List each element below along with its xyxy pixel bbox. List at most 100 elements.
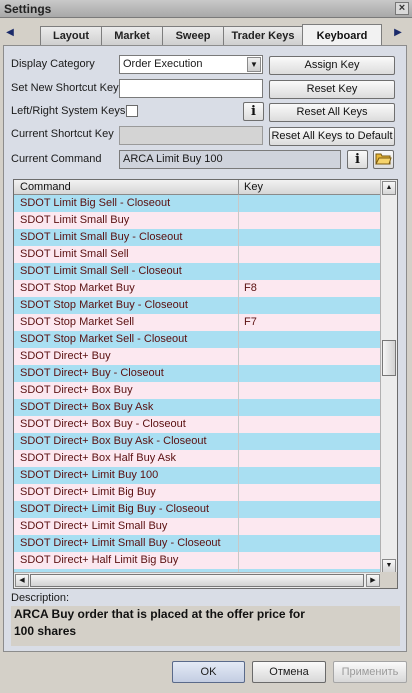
command-cell: SDOT Limit Small Sell [20, 248, 129, 260]
left-right-system-keys-checkbox[interactable] [126, 105, 138, 117]
set-new-shortcut-label: Set New Shortcut Key [11, 82, 119, 94]
column-separator[interactable] [238, 180, 239, 195]
table-row[interactable]: SDOT Stop Market Sell - Closeout [14, 331, 381, 348]
keyboard-panel: Display Category Order Execution ▼ Assig… [3, 45, 407, 652]
apply-button: Применить [333, 661, 407, 683]
command-cell: SDOT Limit Big Sell - Closeout [20, 197, 171, 209]
close-icon[interactable]: × [395, 2, 409, 15]
tab-sweep[interactable]: Sweep [162, 26, 224, 45]
command-cell: SDOT Direct+ Box Half Buy Ask [20, 452, 176, 464]
title-bar: Settings × [0, 0, 412, 18]
reset-all-keys-default-button[interactable]: Reset All Keys to Default [269, 127, 395, 146]
table-row[interactable]: SDOT Direct+ Box Buy - Closeout [14, 416, 381, 433]
vertical-scrollbar[interactable]: ▲ ▼ [380, 180, 397, 574]
new-shortcut-input[interactable] [119, 79, 263, 98]
command-cell: SDOT Direct+ Limit Big Buy [20, 486, 156, 498]
column-header-command[interactable]: Command [20, 181, 71, 193]
cell-separator [238, 365, 239, 382]
tab-trader-keys[interactable]: Trader Keys [223, 26, 303, 45]
table-row[interactable]: SDOT Stop Market Buy - Closeout [14, 297, 381, 314]
table-row[interactable]: SDOT Limit Small Buy [14, 212, 381, 229]
command-cell: SDOT Stop Market Sell - Closeout [20, 333, 188, 345]
table-row[interactable]: SDOT Direct+ Limit Big Buy [14, 484, 381, 501]
tab-market[interactable]: Market [101, 26, 163, 45]
tab-keyboard[interactable]: Keyboard [302, 24, 382, 46]
cell-separator [238, 501, 239, 518]
info-icon[interactable]: i [243, 102, 264, 121]
table-row[interactable]: SDOT Direct+ Buy [14, 348, 381, 365]
cell-separator [238, 229, 239, 246]
table-row[interactable]: SDOT Stop Market Buy F8 [14, 280, 381, 297]
command-cell: SDOT Stop Market Buy - Closeout [20, 299, 188, 311]
horizontal-scroll-thumb[interactable] [30, 574, 364, 587]
chevron-down-icon[interactable]: ▼ [247, 57, 261, 72]
scroll-up-icon[interactable]: ▲ [382, 181, 396, 195]
command-cell: SDOT Direct+ Box Buy Ask [20, 401, 154, 413]
vertical-scroll-thumb[interactable] [382, 340, 396, 376]
column-header-key[interactable]: Key [244, 181, 263, 193]
command-cell: SDOT Direct+ Buy [20, 350, 111, 362]
cancel-button[interactable]: Отмена [252, 661, 326, 683]
table-row[interactable]: SDOT Direct+ Half Limit Big Buy [14, 552, 381, 569]
table-row[interactable]: SDOT Direct+ Limit Big Buy - Closeout [14, 501, 381, 518]
table-row[interactable]: SDOT Limit Big Sell - Closeout [14, 195, 381, 212]
tab-layout[interactable]: Layout [40, 26, 102, 45]
grid-rows: SDOT Limit Big Sell - Closeout SDOT Limit… [14, 195, 381, 574]
table-row[interactable]: SDOT Direct+ Box Buy Ask - Closeout [14, 433, 381, 450]
table-row[interactable]: SDOT Direct+ Limit Small Buy [14, 518, 381, 535]
table-row[interactable]: SDOT Limit Small Buy - Closeout [14, 229, 381, 246]
reset-all-keys-button[interactable]: Reset All Keys [269, 103, 395, 122]
current-command-label: Current Command [11, 153, 102, 165]
cell-separator [238, 212, 239, 229]
key-cell: F8 [244, 282, 257, 294]
left-right-system-keys-label: Left/Right System Keys [11, 105, 126, 117]
current-command-field: ARCA Limit Buy 100 [119, 150, 341, 169]
current-shortcut-label: Current Shortcut Key [11, 128, 114, 140]
command-cell: SDOT Direct+ Limit Big Buy - Closeout [20, 503, 209, 515]
cell-separator [238, 552, 239, 569]
horizontal-scrollbar[interactable]: ◀ ▶ [14, 572, 381, 588]
scroll-corner [380, 572, 397, 588]
tab-scroll-right-icon[interactable]: ▶ [392, 26, 404, 40]
table-row[interactable]: SDOT Direct+ Limit Small Buy - Closeout [14, 535, 381, 552]
table-row[interactable]: SDOT Limit Small Sell - Closeout [14, 263, 381, 280]
cell-separator [238, 450, 239, 467]
command-info-icon[interactable]: i [347, 150, 368, 169]
cell-separator [238, 314, 239, 331]
cell-separator [238, 535, 239, 552]
table-row[interactable]: SDOT Direct+ Box Buy [14, 382, 381, 399]
open-folder-icon[interactable] [373, 150, 394, 169]
key-cell: F7 [244, 316, 257, 328]
description-text-line-1: ARCA Buy order that is placed at the off… [14, 607, 305, 621]
table-row[interactable]: SDOT Direct+ Box Buy Ask [14, 399, 381, 416]
reset-key-button[interactable]: Reset Key [269, 80, 395, 99]
command-cell: SDOT Direct+ Limit Small Buy - Closeout [20, 537, 221, 549]
cell-separator [238, 246, 239, 263]
table-row[interactable]: SDOT Direct+ Box Half Buy Ask [14, 450, 381, 467]
cell-separator [238, 382, 239, 399]
display-category-label: Display Category [11, 58, 95, 70]
display-category-value: Order Execution [123, 58, 203, 70]
command-cell: SDOT Stop Market Sell [20, 316, 135, 328]
cell-separator [238, 416, 239, 433]
ok-button[interactable]: OK [172, 661, 245, 683]
scroll-down-icon[interactable]: ▼ [382, 559, 396, 573]
cell-separator [238, 484, 239, 501]
scroll-left-icon[interactable]: ◀ [15, 574, 29, 587]
assign-key-button[interactable]: Assign Key [269, 56, 395, 75]
table-row[interactable]: SDOT Direct+ Limit Buy 100 [14, 467, 381, 484]
command-cell: SDOT Stop Market Buy [20, 282, 135, 294]
cell-separator [238, 467, 239, 484]
grid-header: Command Key [14, 180, 381, 195]
scroll-right-icon[interactable]: ▶ [366, 574, 380, 587]
display-category-select[interactable]: Order Execution ▼ [119, 55, 263, 74]
cell-separator [238, 331, 239, 348]
table-row[interactable]: SDOT Direct+ Buy - Closeout [14, 365, 381, 382]
table-row[interactable]: SDOT Limit Small Sell [14, 246, 381, 263]
tab-scroll-left-icon[interactable]: ◀ [4, 26, 16, 40]
description-text-line-2: 100 shares [14, 624, 77, 638]
table-row[interactable]: SDOT Stop Market Sell F7 [14, 314, 381, 331]
cell-separator [238, 195, 239, 212]
command-cell: SDOT Direct+ Buy - Closeout [20, 367, 164, 379]
description-label: Description: [11, 592, 70, 604]
